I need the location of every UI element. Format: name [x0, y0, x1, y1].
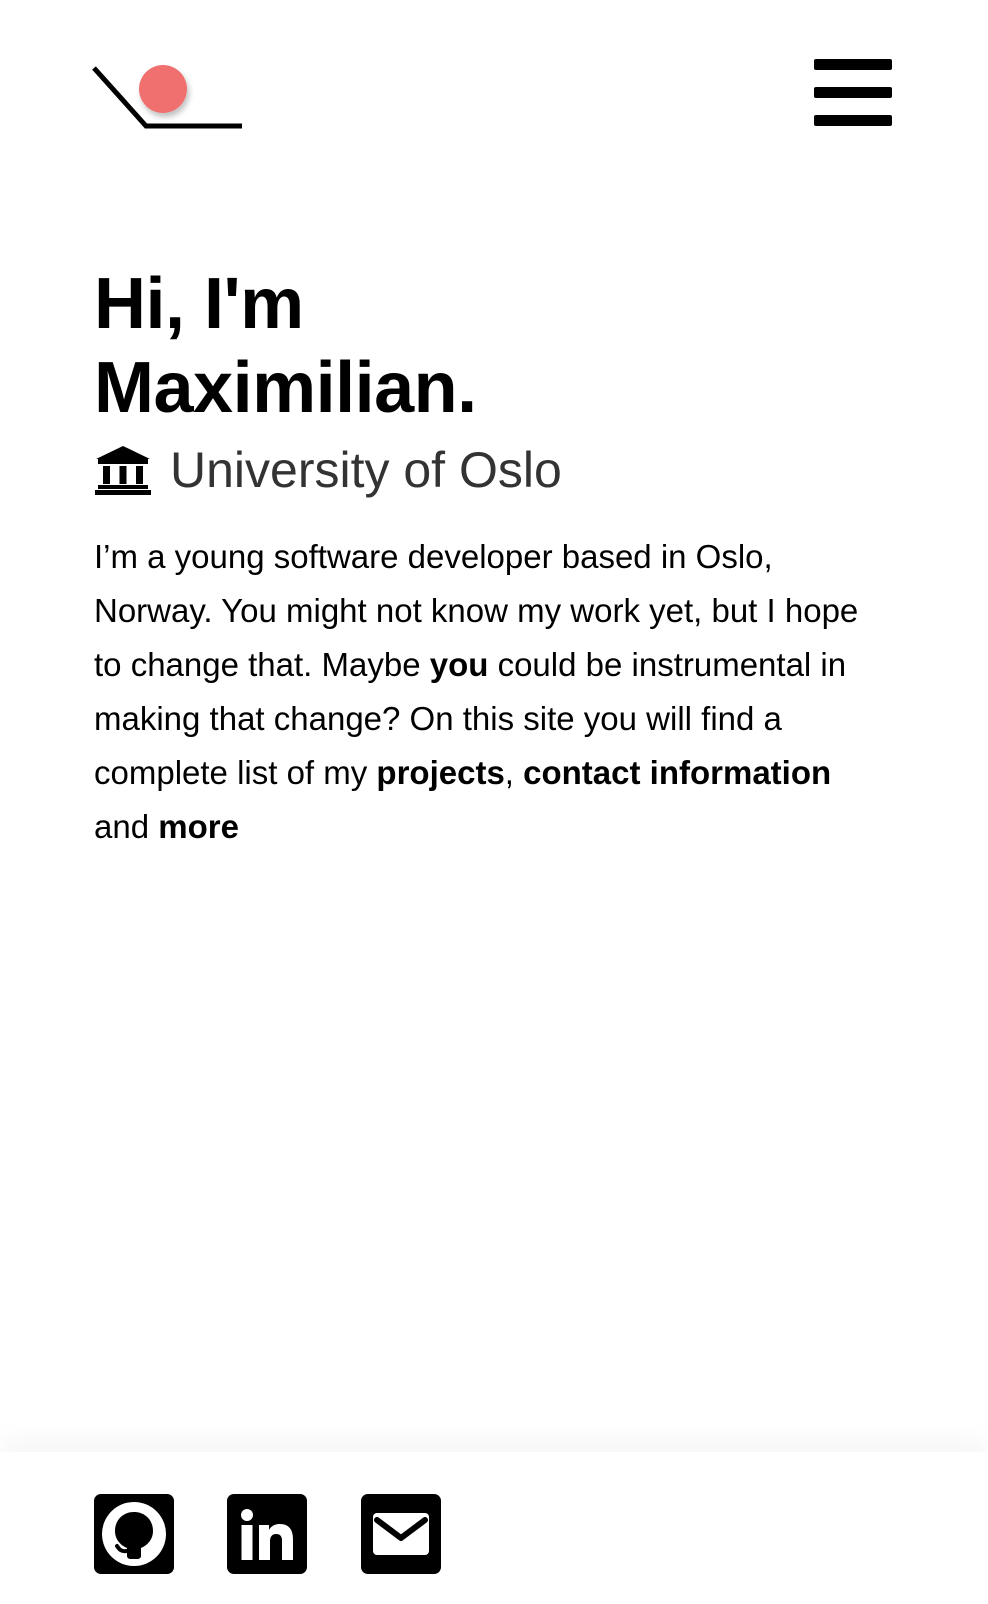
bio-text-3: , [504, 754, 524, 791]
contact-information-link[interactable]: contact information [523, 754, 831, 791]
bio-text-4: and [94, 808, 159, 845]
site-header [0, 0, 988, 160]
institution-icon [94, 444, 152, 496]
github-icon [102, 1502, 166, 1566]
site-logo[interactable] [92, 60, 252, 140]
hamburger-menu-icon[interactable] [812, 58, 894, 130]
linkedin-link[interactable] [227, 1494, 307, 1574]
more-link[interactable]: more [158, 808, 239, 845]
title-line-2: Maximilian. [94, 348, 477, 428]
projects-link[interactable]: projects [376, 754, 504, 791]
email-link[interactable] [361, 1494, 441, 1574]
bio-emphasis-you: you [429, 646, 489, 683]
github-link[interactable] [94, 1494, 174, 1574]
linkedin-icon [241, 1509, 293, 1560]
affiliation-name: University of Oslo [170, 442, 562, 498]
menu-bar [814, 115, 892, 126]
page-title: Hi, I'm Maximilian. [94, 262, 894, 430]
hero: Hi, I'm Maximilian. [94, 262, 894, 430]
bio-paragraph: I’m a young software developer based in … [94, 530, 884, 854]
title-line-1: Hi, I'm [94, 264, 304, 344]
menu-bar [814, 87, 892, 98]
logo-slope-ball-icon [92, 65, 242, 129]
affiliation: University of Oslo [94, 440, 562, 500]
mail-icon [373, 1513, 429, 1555]
menu-bar [814, 59, 892, 70]
